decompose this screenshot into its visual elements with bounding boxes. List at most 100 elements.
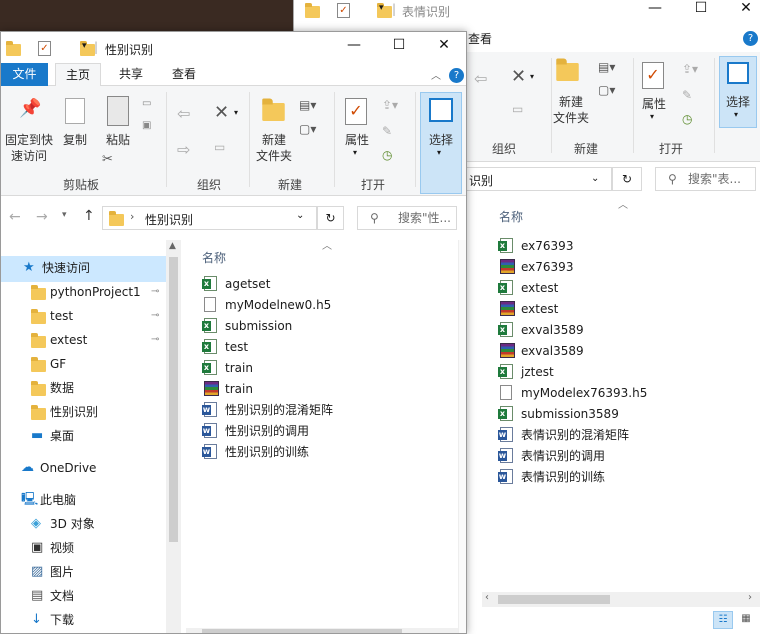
file-row[interactable]: submission2 <box>202 316 454 336</box>
properties-quick-icon[interactable]: ✓ <box>337 3 350 18</box>
search-input[interactable]: 搜索"性... <box>398 207 451 229</box>
nav-item[interactable]: GF <box>1 352 166 378</box>
file-row[interactable]: 性别识别的训练2 <box>202 442 454 462</box>
properties-button[interactable]: 属性 <box>639 96 669 112</box>
minimize-button[interactable]: — <box>640 0 670 16</box>
cut-icon[interactable]: ✂ <box>102 152 113 167</box>
nav-item[interactable]: ▨ 图片 <box>1 560 166 586</box>
tab-home[interactable]: 主页 <box>55 63 101 87</box>
file-v-scrollbar[interactable] <box>458 240 466 633</box>
file-row[interactable]: train2 <box>202 358 454 378</box>
move-to-icon[interactable]: ⇦ <box>177 104 190 123</box>
maximize-button[interactable]: ☐ <box>384 37 414 53</box>
scroll-right-icon[interactable]: › <box>748 592 752 603</box>
nav-item[interactable]: pythonProject1 ⊸ <box>1 280 166 306</box>
back-arrow-icon[interactable]: ← <box>9 209 21 225</box>
file-row[interactable]: myModelex76393.h5 <box>500 383 750 403</box>
chevron-down-icon[interactable]: ▾ <box>650 112 654 121</box>
pin-to-quick-access-button[interactable]: 固定到快 速访问 <box>3 132 55 164</box>
file-row[interactable]: ex76393 <box>500 257 750 277</box>
copy-path-icon[interactable]: ▭ <box>142 98 151 109</box>
chevron-down-icon[interactable]: ▾ <box>530 72 534 81</box>
scroll-left-icon[interactable]: ‹ <box>485 592 489 603</box>
file-row[interactable]: agetset2 <box>202 274 454 294</box>
file-h-scrollbar[interactable] <box>186 628 458 633</box>
pin-icon[interactable]: ⊸ <box>151 280 159 304</box>
history-icon[interactable]: ◷ <box>682 112 692 126</box>
help-icon[interactable]: ? <box>449 68 464 83</box>
file-row[interactable]: train2 <box>204 379 454 399</box>
new-item-icon[interactable]: ▤▾ <box>598 60 615 74</box>
search-input[interactable]: 搜索"表... <box>688 168 741 190</box>
tab-view[interactable]: 查看 <box>468 30 492 47</box>
pin-icon[interactable]: ⊸ <box>151 304 159 328</box>
easy-access-icon[interactable]: ▢▾ <box>598 83 615 97</box>
column-header-name[interactable]: 名称 <box>202 249 226 266</box>
column-header-name[interactable]: 名称 <box>499 208 523 225</box>
address-bar[interactable]: 识别 ⌄ <box>464 167 612 191</box>
file-row[interactable]: extest <box>500 299 750 319</box>
nav-item[interactable]: test ⊸ <box>1 304 166 330</box>
scroll-up-icon[interactable]: ▲ <box>169 241 176 251</box>
tab-file[interactable]: 文件 <box>1 63 48 86</box>
delete-icon[interactable]: ✕ <box>214 102 229 123</box>
chevron-down-icon[interactable]: ▾ <box>82 41 87 51</box>
file-row[interactable]: extest <box>498 278 750 298</box>
open-icon[interactable]: ⇪▾ <box>382 98 398 112</box>
minimize-button[interactable]: — <box>339 37 369 53</box>
details-view-icon[interactable]: ☷ <box>713 611 733 629</box>
properties-button[interactable]: 属性 <box>341 132 373 148</box>
edit-icon[interactable]: ✎ <box>682 88 692 102</box>
h-scroll-thumb[interactable] <box>498 595 610 604</box>
search-box[interactable]: ⚲ 搜索"表... <box>655 167 756 191</box>
file-row[interactable]: submission3589 <box>498 404 750 424</box>
copy-button[interactable]: 复制 <box>57 132 93 148</box>
file-row[interactable]: 性别识别的混淆矩阵2 <box>202 400 454 420</box>
file-row[interactable]: 表情识别的混淆矩阵 <box>498 425 750 445</box>
tab-view[interactable]: 查看 <box>161 63 207 86</box>
collapse-ribbon-icon[interactable]: ︿ <box>431 67 441 82</box>
help-icon[interactable]: ? <box>743 31 758 46</box>
chevron-down-icon[interactable]: ⌄ <box>296 210 304 221</box>
nav-item[interactable]: ★ 快速访问 <box>1 256 166 282</box>
copy-to-icon[interactable]: ⇨ <box>177 140 190 159</box>
new-folder-button[interactable]: 新建 文件夹 <box>252 132 296 164</box>
chevron-down-icon[interactable]: ⌄ <box>591 173 599 184</box>
nav-v-scrollbar[interactable]: ▲ <box>166 240 181 633</box>
address-bar[interactable]: › 性别识别 ⌄ <box>102 206 317 230</box>
delete-icon[interactable]: ✕ <box>511 66 526 87</box>
back-h-scrollbar[interactable]: ‹ › <box>482 592 760 607</box>
move-to-icon[interactable]: ⇦ <box>474 69 496 89</box>
tab-share[interactable]: 共享 <box>108 63 154 86</box>
up-arrow-icon[interactable]: ↑ <box>83 208 95 224</box>
pin-icon[interactable]: ⊸ <box>151 328 159 352</box>
chevron-down-icon[interactable]: ▾ <box>353 148 357 157</box>
nav-item[interactable]: extest ⊸ <box>1 328 166 354</box>
open-icon[interactable]: ⇪▾ <box>682 62 698 76</box>
breadcrumb[interactable]: 性别识别 <box>145 211 193 228</box>
close-button[interactable]: ✕ <box>731 0 760 16</box>
search-box[interactable]: ⚲ 搜索"性... <box>357 206 457 230</box>
properties-quick-icon[interactable]: ✓ <box>38 41 51 56</box>
paste-button[interactable]: 粘贴 <box>99 132 137 148</box>
file-row[interactable]: exval3589 <box>500 341 750 361</box>
paste-shortcut-icon[interactable]: ▣ <box>142 120 151 131</box>
edit-icon[interactable]: ✎ <box>382 124 392 138</box>
file-row[interactable]: exval3589 <box>498 320 750 340</box>
nav-item[interactable]: ◈ 3D 对象 <box>1 512 166 538</box>
file-row[interactable]: 性别识别的调用2 <box>202 421 454 441</box>
new-folder-button[interactable]: 新建 文件夹 <box>550 94 592 126</box>
nav-item[interactable]: ▣ 视频 <box>1 536 166 562</box>
file-row[interactable]: 表情识别的调用 <box>498 446 750 466</box>
nav-item[interactable]: ☁ OneDrive <box>1 456 166 482</box>
nav-item[interactable]: 数据 <box>1 376 166 402</box>
large-icons-view-icon[interactable]: ▦ <box>736 611 756 629</box>
nav-item[interactable]: 🖳 此电脑 <box>1 488 166 514</box>
rename-icon[interactable]: ▭ <box>214 140 225 154</box>
nav-item[interactable]: ↓ 下载 <box>1 608 166 633</box>
close-button[interactable]: ✕ <box>429 37 459 53</box>
file-row[interactable]: test2 <box>202 337 454 357</box>
file-row[interactable]: ex76393 <box>498 236 750 256</box>
chevron-down-icon[interactable]: ▾ <box>234 108 238 117</box>
forward-arrow-icon[interactable]: → <box>36 209 48 225</box>
